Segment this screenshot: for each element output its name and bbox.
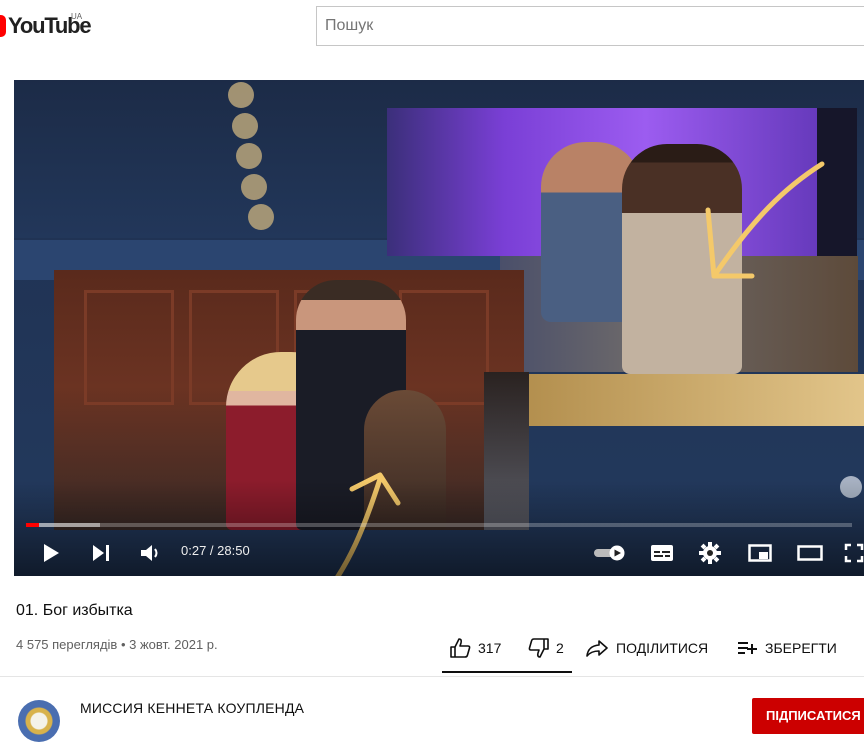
volume-icon (141, 545, 158, 561)
play-icon (44, 544, 59, 562)
annotation-arrow-down (705, 161, 825, 279)
youtube-logo-icon (0, 15, 6, 37)
save-button[interactable]: ЗБЕРЕГТИ (737, 636, 837, 660)
time-display: 0:27 / 28:50 (181, 543, 250, 558)
like-count: 317 (478, 640, 502, 656)
played-bar (26, 523, 40, 527)
search-box[interactable] (316, 6, 864, 46)
autoplay-toggle-icon (594, 545, 625, 561)
miniplayer-button[interactable] (746, 538, 774, 568)
dislike-count: 2 (556, 640, 564, 656)
dislike-button[interactable]: 2 (528, 636, 564, 660)
autoplay-toggle[interactable] (592, 538, 628, 568)
rating-sentiment-bar (442, 671, 572, 673)
thumbs-up-icon (450, 638, 471, 658)
progress-bar[interactable] (26, 523, 852, 527)
channel-name[interactable]: МИССИЯ КЕННЕТА КОУПЛЕНДА (80, 700, 304, 716)
settings-gear-icon (699, 542, 721, 564)
channel-avatar[interactable] (18, 700, 60, 742)
settings-button[interactable] (696, 538, 724, 568)
share-label: ПОДІЛИТИСЯ (616, 640, 709, 656)
upload-date: 3 жовт. 2021 р. (129, 637, 218, 652)
search-input[interactable] (317, 7, 864, 45)
subscribe-button[interactable]: ПІДПИСАТИСЯ (752, 698, 864, 734)
youtube-logo[interactable]: YouTube UA (0, 12, 92, 39)
masthead: YouTube UA (0, 0, 864, 56)
add-to-playlist-icon (738, 642, 757, 654)
fullscreen-button[interactable] (844, 538, 864, 568)
theater-mode-icon (797, 545, 823, 561)
save-label: ЗБЕРЕГТИ (765, 640, 837, 656)
theater-mode-button[interactable] (796, 538, 824, 568)
thumbs-down-icon (528, 638, 549, 658)
view-count: 4 575 переглядів (16, 637, 118, 652)
video-meta: 4 575 переглядів • 3 жовт. 2021 р. (16, 637, 218, 652)
decorative-dots (226, 80, 274, 240)
share-arrow-icon (586, 640, 608, 657)
next-button[interactable] (88, 538, 114, 568)
mute-button[interactable] (138, 538, 164, 568)
like-button[interactable]: 317 (449, 636, 501, 660)
play-button[interactable] (38, 538, 64, 568)
video-title: 01. Бог избытка (16, 602, 133, 619)
next-icon (93, 545, 109, 561)
miniplayer-icon (748, 544, 772, 562)
share-button[interactable]: ПОДІЛИТИСЯ (586, 636, 708, 660)
subtitles-button[interactable] (648, 538, 676, 568)
country-code: UA (71, 12, 83, 21)
video-player[interactable]: 0:27 / 28:50 (14, 80, 864, 576)
fullscreen-icon (844, 543, 864, 563)
subtitles-icon (651, 545, 673, 561)
